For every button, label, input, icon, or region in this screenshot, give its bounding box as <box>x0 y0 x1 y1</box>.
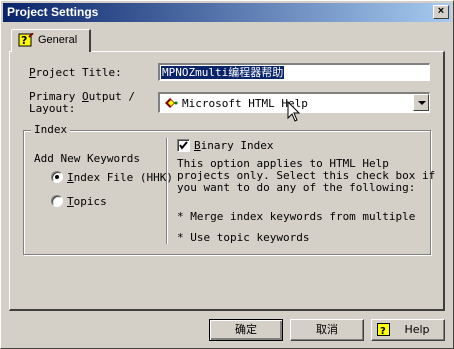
mouse-pointer-icon <box>287 101 301 122</box>
svg-text:?: ? <box>380 326 386 337</box>
tab-label: General <box>38 34 78 46</box>
project-title-label: Project Title: <box>29 66 122 79</box>
project-title-value: MPNOZmulti编程器帮助 <box>161 66 285 79</box>
topics-radio[interactable] <box>51 195 63 207</box>
check-icon <box>179 141 188 150</box>
close-button[interactable]: × <box>433 5 449 19</box>
radio-selected-dot <box>55 175 59 179</box>
window-title: Project Settings <box>7 5 99 19</box>
help-question-icon: ? <box>377 323 390 337</box>
help-button[interactable]: ? Help <box>371 319 445 341</box>
html-help-icon <box>165 98 178 108</box>
help-button-label: Help <box>404 323 430 336</box>
title-bar: Project Settings × <box>3 3 451 22</box>
help-question-icon: ? <box>18 33 34 47</box>
group-divider <box>166 138 168 244</box>
tab-general[interactable]: ? General <box>11 29 91 52</box>
svg-text:?: ? <box>21 34 27 47</box>
index-group-title: Index <box>31 124 71 136</box>
chevron-down-icon <box>418 101 426 105</box>
layout-label: Layout: <box>29 102 76 115</box>
binary-index-checkbox[interactable] <box>177 139 190 152</box>
topics-label[interactable]: Topics <box>67 196 107 208</box>
binary-index-desc-3: you want to do any of the following: <box>177 181 416 194</box>
binary-index-bullet-1: * Merge index keywords from multiple <box>177 210 416 223</box>
cancel-button[interactable]: 取消 <box>290 319 364 341</box>
add-new-keywords-label: Add New Keywords <box>34 152 140 165</box>
project-settings-dialog: Project Settings × ? General Project Tit… <box>0 0 454 349</box>
close-icon: × <box>437 5 445 17</box>
binary-index-bullet-2: * Use topic keywords <box>177 231 310 244</box>
index-file-label[interactable]: Index File (HHK) <box>67 172 173 184</box>
binary-index-label[interactable]: Binary Index <box>194 140 273 152</box>
project-title-input[interactable]: MPNOZmulti编程器帮助 <box>158 63 430 81</box>
dropdown-button[interactable] <box>413 94 429 111</box>
ok-button[interactable]: 确定 <box>209 319 283 341</box>
index-file-radio[interactable] <box>51 171 63 183</box>
